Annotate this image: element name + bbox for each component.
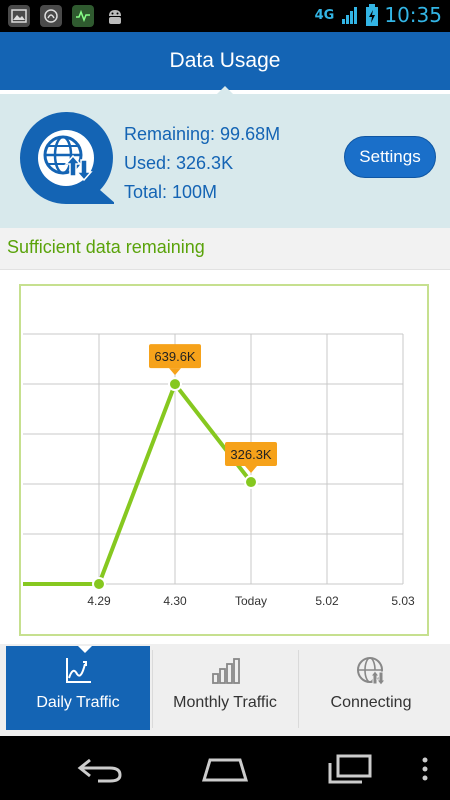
globe-transfer-icon [20, 111, 114, 204]
home-icon[interactable] [200, 754, 250, 784]
x-tick-label: 4.29 [87, 594, 111, 608]
tab-bar: Daily Traffic Monthly Traffic Connecting [0, 644, 450, 736]
active-tab-pointer [78, 646, 92, 653]
daily-traffic-chart: 4.29 4.30 Today 5.02 5.03 639.6K 326.3K [19, 284, 429, 636]
data-point [168, 377, 182, 392]
data-label-pointer [169, 368, 181, 376]
tab-label: Connecting [330, 694, 412, 711]
x-tick-label: 5.02 [315, 594, 339, 608]
signal-icon [342, 7, 358, 24]
data-label: 639.6K [154, 349, 196, 364]
line-chart-icon [66, 658, 91, 683]
back-icon[interactable] [76, 754, 124, 784]
usage-summary: Remaining: 99.68M Used: 326.3K Total: 10… [0, 94, 450, 228]
recent-apps-icon[interactable] [326, 754, 374, 784]
overflow-menu-icon[interactable] [420, 754, 430, 784]
x-tick-label: 4.30 [163, 594, 187, 608]
network-type: 4G [314, 7, 335, 23]
data-label: 326.3K [230, 447, 272, 462]
usage-stats: Remaining: 99.68M Used: 326.3K Total: 10… [124, 120, 280, 207]
page-title: Data Usage [169, 49, 281, 72]
notification-icons [8, 5, 126, 27]
image-icon [8, 5, 30, 27]
status-indicators: 4G 10:35 [315, 3, 442, 27]
used-value: Used: 326.3K [124, 153, 234, 173]
status-message: Sufficient data remaining [7, 237, 205, 257]
chart-canvas: 4.29 4.30 Today 5.02 5.03 639.6K 326.3K [23, 333, 415, 608]
data-point [244, 475, 258, 490]
tab-connecting[interactable]: Connecting [299, 646, 443, 730]
clock: 10:35 [384, 3, 442, 27]
app-header: Data Usage [0, 32, 450, 90]
battery-icon [366, 4, 379, 26]
header-pointer [217, 86, 233, 94]
status-band: Sufficient data remaining [0, 228, 450, 270]
system-nav-bar [0, 736, 450, 800]
data-label-pointer [245, 466, 257, 474]
x-tick-label: 5.03 [391, 594, 415, 608]
data-point [92, 577, 106, 591]
remaining-value: Remaining: 99.68M [124, 124, 281, 144]
cloud-icon [40, 5, 62, 27]
tab-label: Monthly Traffic [173, 694, 277, 711]
bar-chart-icon [212, 658, 240, 684]
tab-daily-traffic[interactable]: Daily Traffic [6, 646, 150, 730]
activity-icon [72, 5, 94, 27]
x-tick-label: Today [235, 594, 267, 608]
tab-monthly-traffic[interactable]: Monthly Traffic [153, 646, 297, 730]
tab-label: Daily Traffic [36, 694, 120, 711]
status-bar: 4G 10:35 [0, 0, 450, 32]
globe-transfer-icon [357, 657, 386, 686]
settings-button[interactable]: Settings [344, 136, 436, 178]
total-value: Total: 100M [124, 182, 218, 202]
android-icon [104, 5, 126, 27]
